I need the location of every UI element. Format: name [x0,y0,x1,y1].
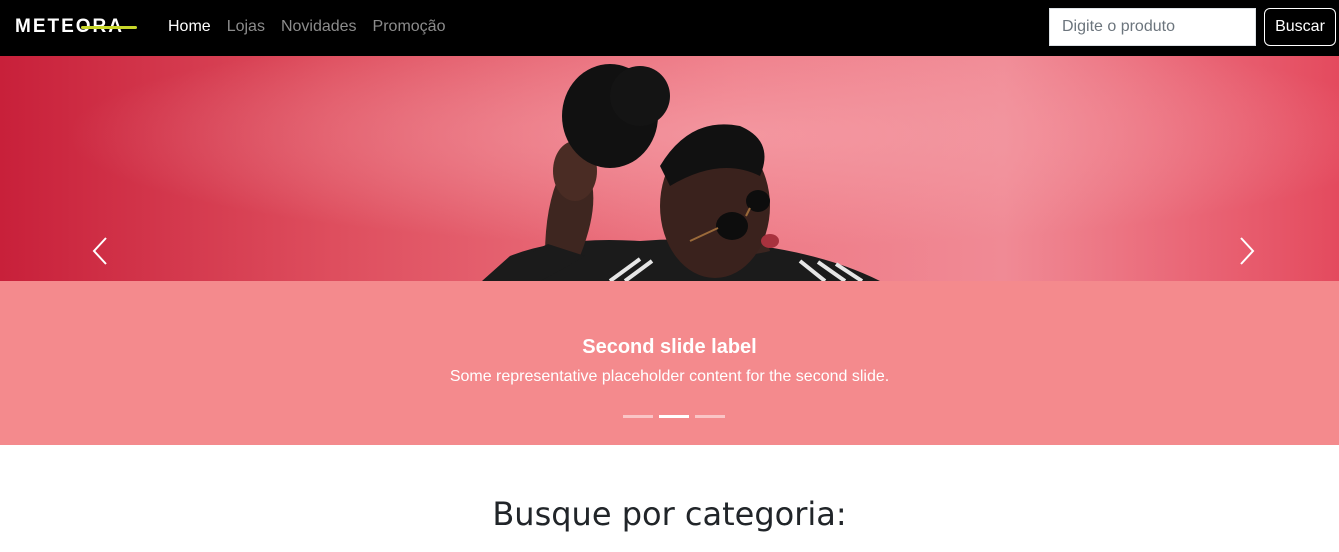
brand-logo[interactable]: METEORA [15,16,137,38]
caption-title: Second slide label [582,336,757,358]
nav-link-novidades[interactable]: Novidades [281,17,357,37]
logo-accent [81,26,137,29]
nav-links: Home Lojas Novidades Promoção [168,17,445,37]
chevron-right-icon [1240,237,1255,265]
carousel-slide-image [0,56,1339,281]
nav-link-home[interactable]: Home [168,17,211,37]
carousel-prev-button[interactable] [86,226,116,276]
caption-text: Some representative placeholder content … [449,368,890,385]
carousel-next-button[interactable] [1232,226,1262,276]
carousel-indicator-2[interactable] [659,415,689,418]
carousel-indicator-1[interactable] [623,415,653,418]
chevron-left-icon [92,237,107,265]
nav-link-promocao[interactable]: Promoção [373,17,446,37]
section-title: Busque por categoria: [492,495,847,533]
carousel-indicators [623,415,725,418]
nav-link-lojas[interactable]: Lojas [227,17,265,37]
slide-photo [0,56,1339,281]
carousel-caption: Second slide label Some representative p… [0,334,1339,388]
carousel-indicator-3[interactable] [695,415,725,418]
hero-carousel: Second slide label Some representative p… [0,56,1339,445]
navbar: METEORA Home Lojas Novidades Promoção Bu… [0,0,1339,56]
search-input[interactable] [1049,8,1256,46]
search-button[interactable]: Buscar [1264,8,1336,46]
